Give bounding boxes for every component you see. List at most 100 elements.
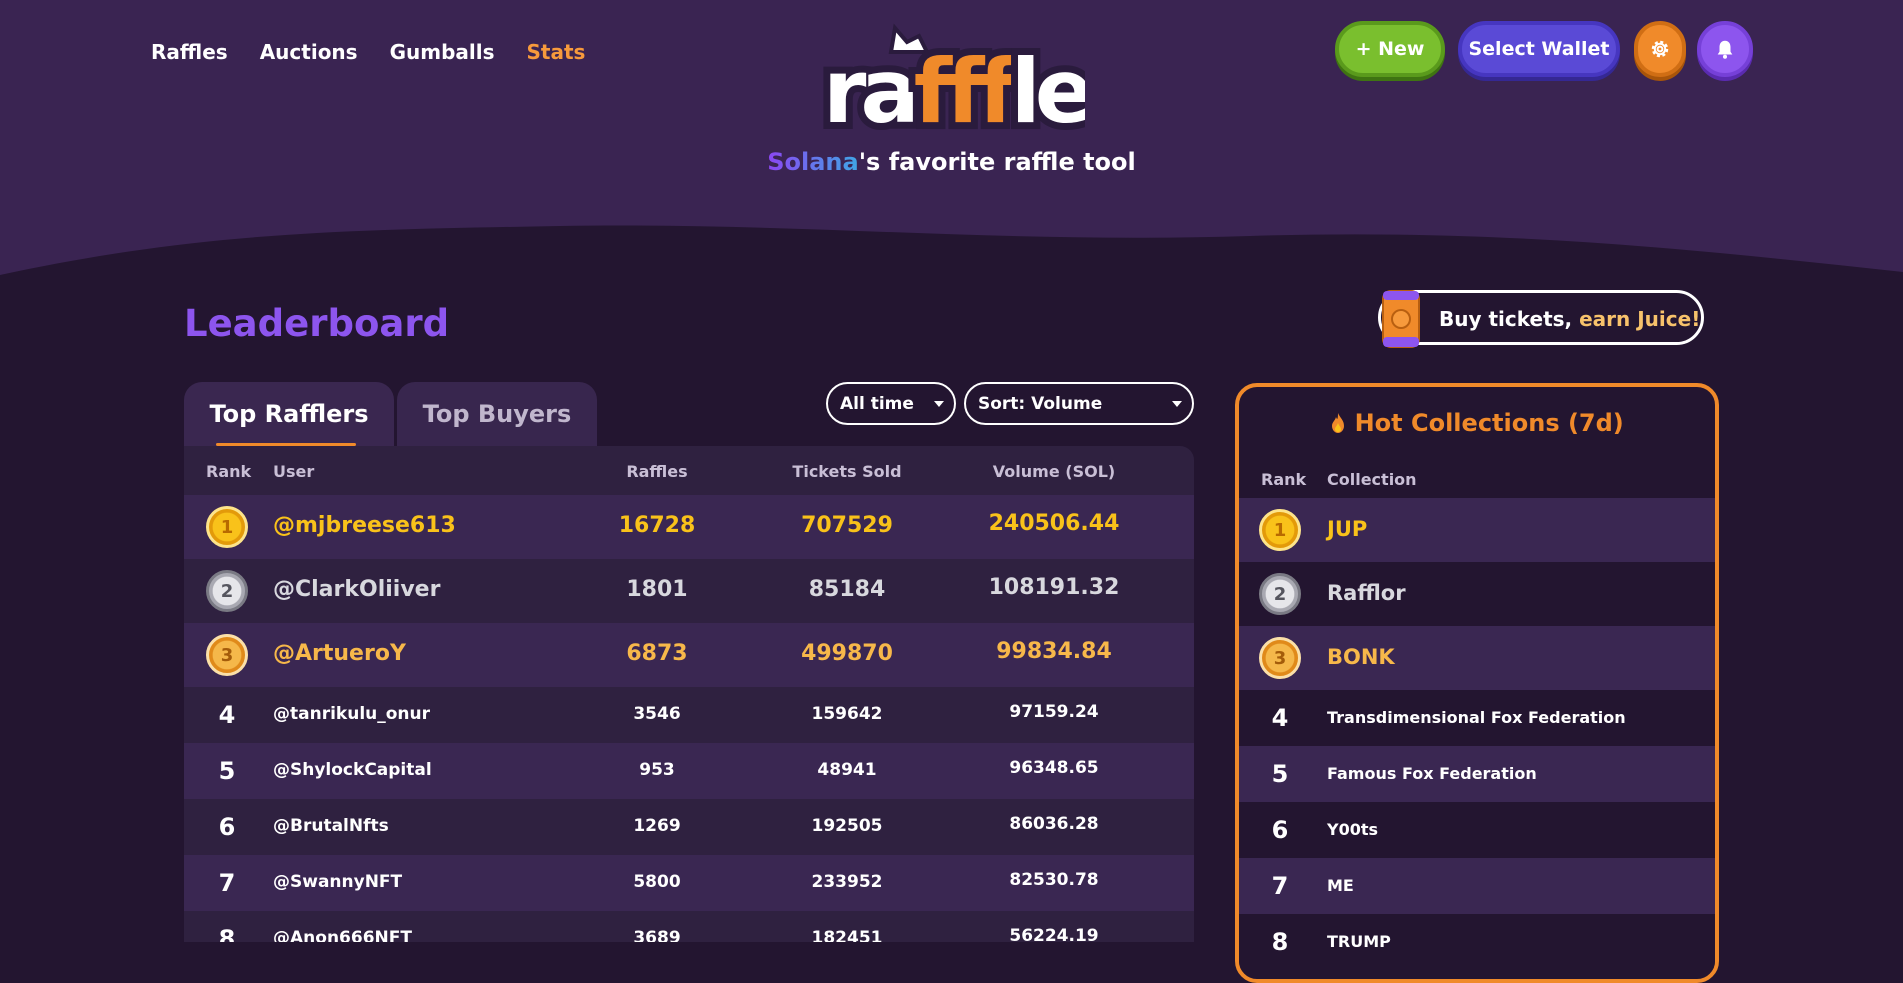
list-item[interactable]: 8 TRUMP xyxy=(1239,914,1715,970)
user-handle[interactable]: @tanrikulu_onur xyxy=(273,704,430,724)
user-handle[interactable]: @ShylockCapital xyxy=(273,760,432,780)
tickets-sold: 85184 xyxy=(808,577,886,603)
rank-number: 3 xyxy=(220,644,234,666)
user-handle[interactable]: @mjbreese613 xyxy=(273,513,456,538)
collection-name[interactable]: ME xyxy=(1327,876,1354,895)
time-filter-select[interactable]: All time xyxy=(826,382,956,425)
rafffle-logo[interactable]: rafffle xyxy=(815,22,1085,132)
list-item[interactable]: 4 Transdimensional Fox Federation xyxy=(1239,690,1715,746)
raffles-count: 5800 xyxy=(633,872,681,893)
hot-col-collection: Collection xyxy=(1327,470,1417,489)
svg-text:rafffle: rafffle xyxy=(823,40,1085,132)
select-wallet-button[interactable]: Select Wallet xyxy=(1458,21,1620,77)
user-handle[interactable]: @ArtueroY xyxy=(273,641,406,666)
list-item[interactable]: 3 BONK xyxy=(1239,626,1715,690)
leaderboard-table: Rank User Raffles Tickets Sold Volume (S… xyxy=(184,446,1194,942)
rank-number: 7 xyxy=(1271,872,1289,900)
volume-sol: 96348.65 xyxy=(1009,758,1099,779)
list-item[interactable]: 6 Y00ts xyxy=(1239,802,1715,858)
rank-number: 6 xyxy=(1271,816,1289,844)
hot-collections-title-text: Hot Collections (7d) xyxy=(1354,409,1624,437)
collection-name[interactable]: Rafflor xyxy=(1327,581,1406,605)
collection-name[interactable]: Famous Fox Federation xyxy=(1327,764,1537,783)
volume-sol: 240506.44 xyxy=(988,511,1120,537)
collection-name[interactable]: Transdimensional Fox Federation xyxy=(1327,708,1626,727)
nav-stats[interactable]: Stats xyxy=(527,40,586,64)
tab-top-rafflers[interactable]: Top Rafflers xyxy=(184,382,394,446)
chevron-down-icon xyxy=(934,401,944,407)
sort-select[interactable]: Sort: Volume xyxy=(964,382,1194,425)
table-row[interactable]: 2 @ClarkOliiver 1801 85184 108191.32 xyxy=(184,559,1194,623)
table-row[interactable]: 1 @mjbreese613 16728 707529 240506.44 xyxy=(184,495,1194,559)
table-row[interactable]: 6 @BrutalNfts 1269 192505 86036.28 xyxy=(184,799,1194,855)
nav-gumballs[interactable]: Gumballs xyxy=(390,40,495,64)
raffles-count: 1269 xyxy=(633,816,681,837)
hot-collections-panel: Hot Collections (7d) Rank Collection 1 JU… xyxy=(1235,383,1719,983)
earn-juice-banner[interactable]: Buy tickets, earn Juice! xyxy=(1378,290,1704,348)
collection-name[interactable]: BONK xyxy=(1327,645,1395,669)
rank-number: 8 xyxy=(218,925,236,942)
rank-number: 5 xyxy=(1271,760,1289,788)
collection-name[interactable]: Y00ts xyxy=(1327,820,1378,839)
raffles-count: 953 xyxy=(639,760,675,781)
rank-number: 1 xyxy=(1273,519,1287,541)
fire-icon xyxy=(1332,413,1345,433)
tagline: Solana's favorite raffle tool xyxy=(0,148,1903,176)
time-filter-value: All time xyxy=(840,393,914,414)
rank-medal-icon: 1 xyxy=(1259,509,1301,551)
table-row[interactable]: 5 @ShylockCapital 953 48941 96348.65 xyxy=(184,743,1194,799)
notifications-button[interactable] xyxy=(1697,21,1753,77)
tickets-sold: 48941 xyxy=(817,760,877,781)
rank-number: 4 xyxy=(218,701,236,729)
rank-medal-icon: 2 xyxy=(206,570,248,612)
user-handle[interactable]: @Anon666NFT xyxy=(273,928,412,942)
tab-top-rafflers-label: Top Rafflers xyxy=(209,400,369,428)
nav-raffles[interactable]: Raffles xyxy=(151,40,228,64)
list-item[interactable]: 2 Rafflor xyxy=(1239,562,1715,626)
raffles-count: 16728 xyxy=(618,513,696,539)
list-item[interactable]: 1 JUP xyxy=(1239,498,1715,562)
rank-number: 5 xyxy=(218,757,236,785)
table-row[interactable]: 4 @tanrikulu_onur 3546 159642 97159.24 xyxy=(184,687,1194,743)
tickets-sold: 707529 xyxy=(801,513,893,539)
settings-button[interactable] xyxy=(1634,21,1686,77)
juice-text-main: Buy tickets, xyxy=(1439,307,1580,331)
list-item[interactable]: 7 ME xyxy=(1239,858,1715,914)
list-item[interactable]: 5 Famous Fox Federation xyxy=(1239,746,1715,802)
volume-sol: 56224.19 xyxy=(1009,926,1099,942)
rank-number: 1 xyxy=(220,516,234,538)
rank-number: 3 xyxy=(1273,647,1287,669)
table-header: Rank User Raffles Tickets Sold Volume (S… xyxy=(184,446,1194,495)
tab-top-buyers[interactable]: Top Buyers xyxy=(397,382,597,446)
new-button[interactable]: + New xyxy=(1335,21,1445,77)
juice-text: Buy tickets, earn Juice! xyxy=(1439,307,1700,331)
leaderboard-tabs: Top Rafflers Top Buyers xyxy=(184,382,597,446)
rank-number: 2 xyxy=(1273,583,1287,605)
juice-text-highlight: earn Juice! xyxy=(1579,307,1701,331)
col-user: User xyxy=(273,462,315,481)
user-handle[interactable]: @ClarkOliiver xyxy=(273,577,440,602)
nav-auctions[interactable]: Auctions xyxy=(260,40,358,64)
volume-sol: 99834.84 xyxy=(996,639,1112,665)
col-rank: Rank xyxy=(206,462,252,481)
rank-number: 4 xyxy=(1271,704,1289,732)
tagline-solana: Solana xyxy=(767,148,859,176)
tagline-rest: 's favorite raffle tool xyxy=(858,148,1136,176)
volume-sol: 108191.32 xyxy=(988,575,1120,601)
col-tickets: Tickets Sold xyxy=(792,462,902,481)
table-row[interactable]: 7 @SwannyNFT 5800 233952 82530.78 xyxy=(184,855,1194,911)
chevron-down-icon xyxy=(1172,401,1182,407)
col-volume: Volume (SOL) xyxy=(992,462,1116,481)
user-handle[interactable]: @SwannyNFT xyxy=(273,872,402,892)
table-row[interactable]: 8 @Anon666NFT 3689 182451 56224.19 xyxy=(184,911,1194,942)
rank-number: 8 xyxy=(1271,928,1289,956)
volume-sol: 86036.28 xyxy=(1009,814,1099,835)
collection-name[interactable]: JUP xyxy=(1327,517,1367,541)
raffles-count: 1801 xyxy=(626,577,688,603)
user-handle[interactable]: @BrutalNfts xyxy=(273,816,389,836)
table-row[interactable]: 3 @ArtueroY 6873 499870 99834.84 xyxy=(184,623,1194,687)
hot-col-rank: Rank xyxy=(1261,470,1307,489)
raffles-count: 3546 xyxy=(633,704,681,725)
volume-sol: 97159.24 xyxy=(1009,702,1099,723)
rank-medal-icon: 2 xyxy=(1259,573,1301,615)
